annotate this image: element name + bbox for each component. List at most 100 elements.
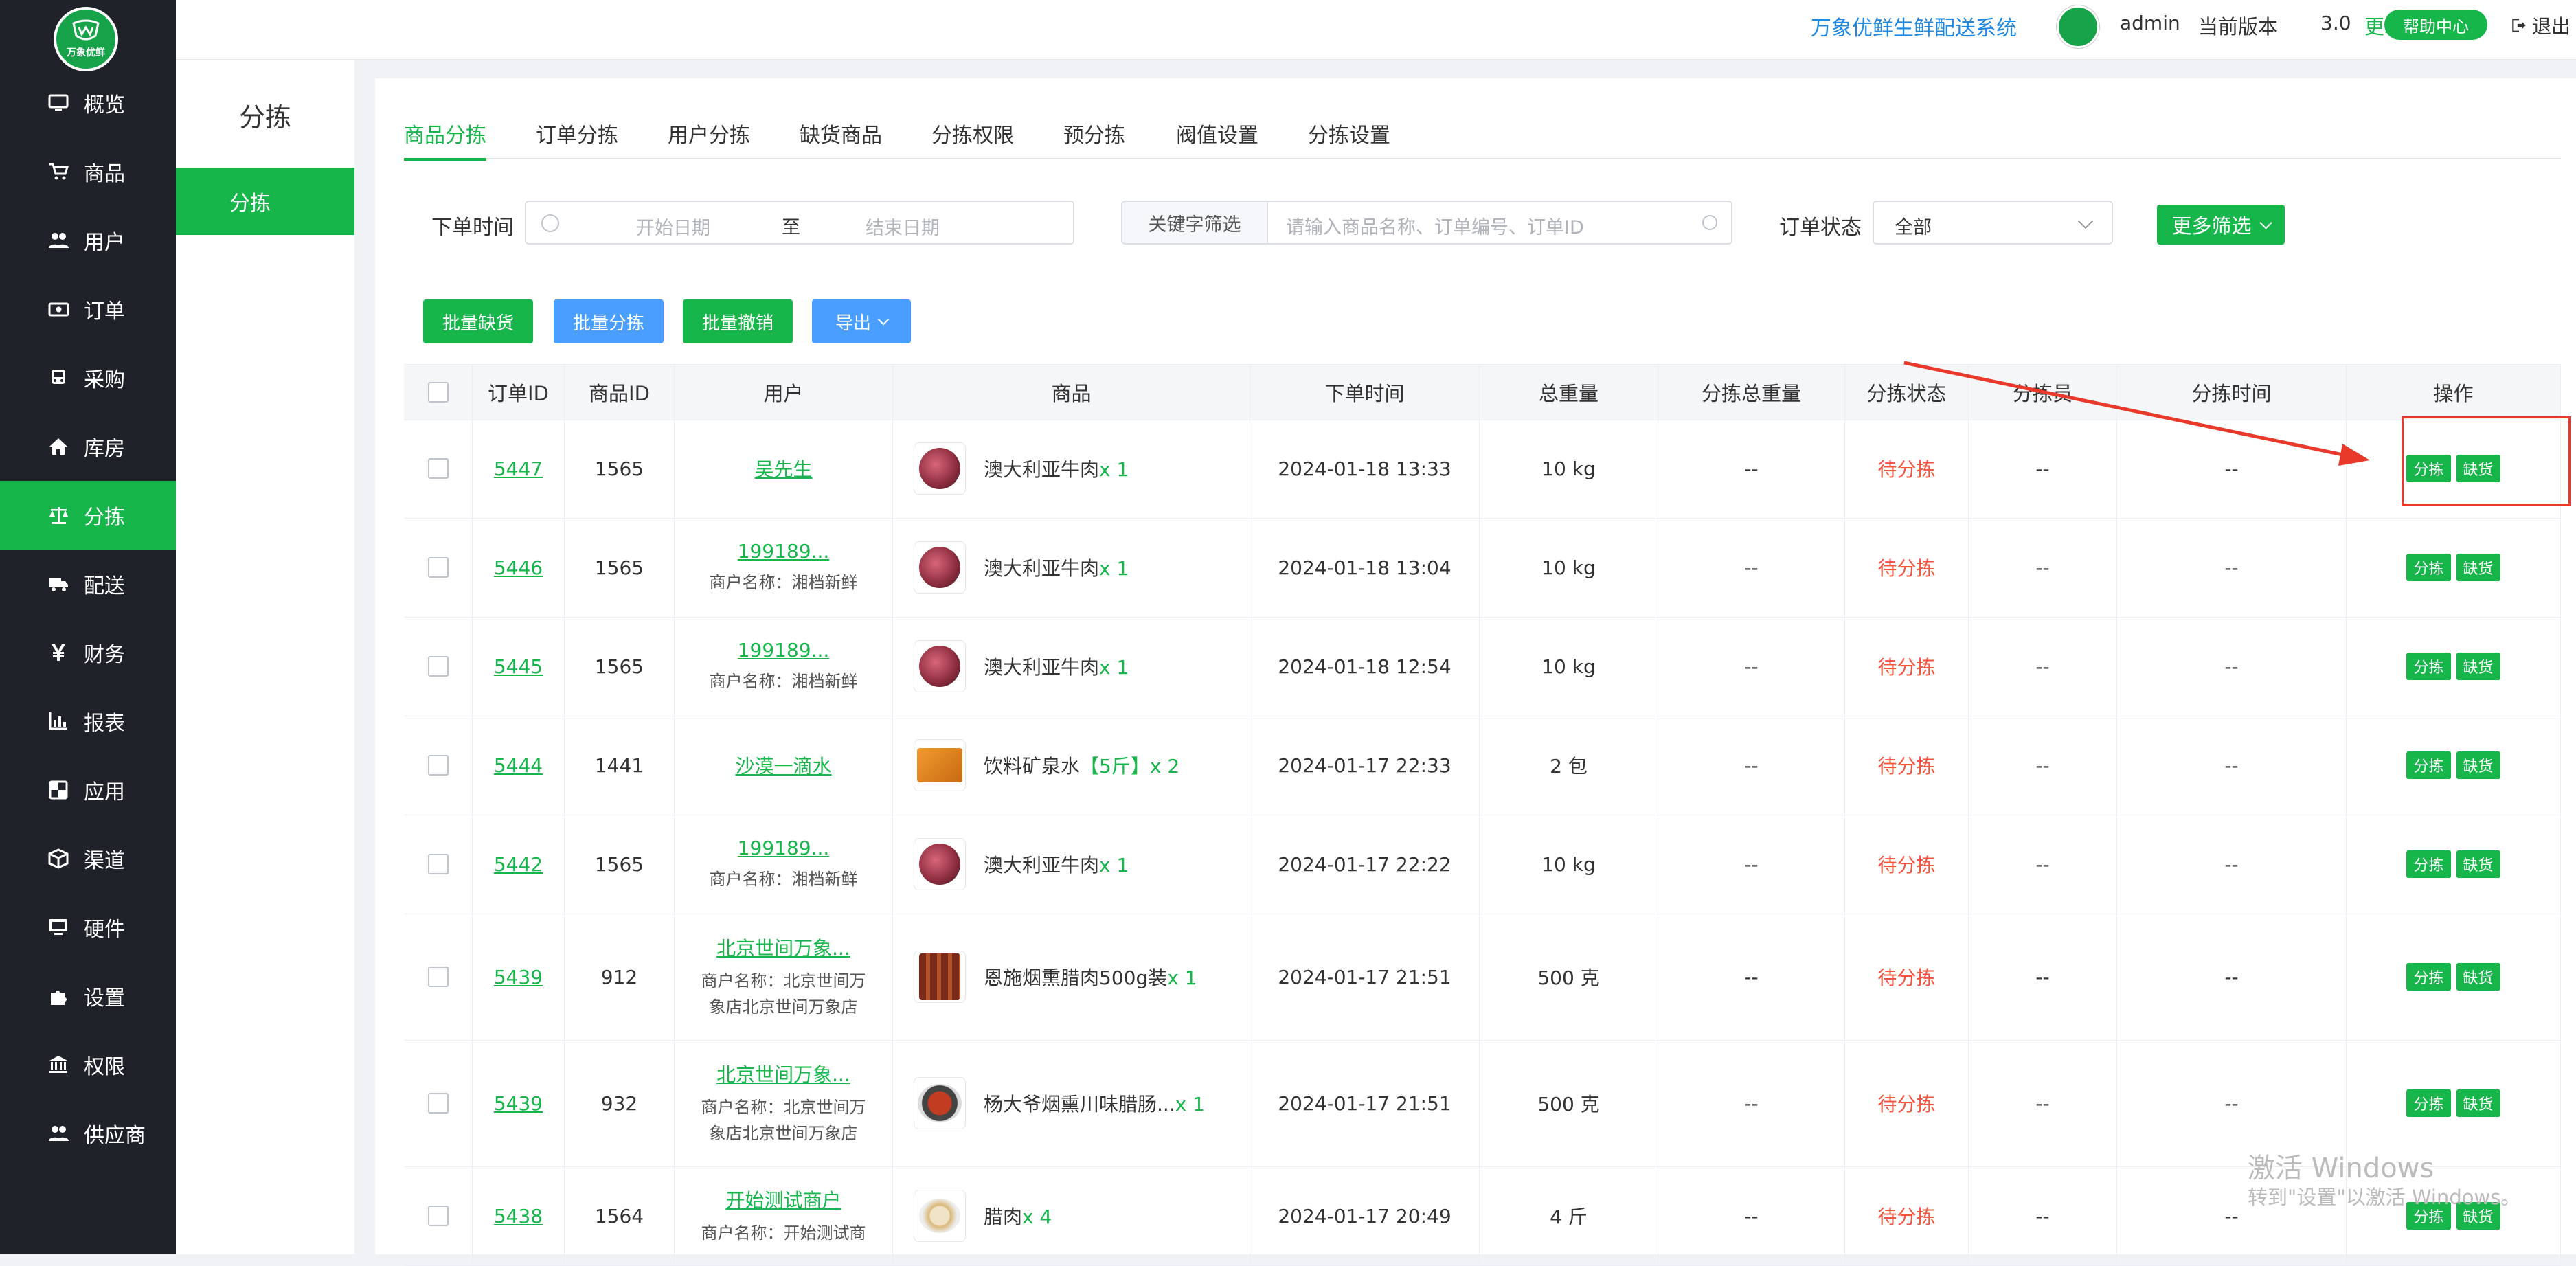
user-link[interactable]: 吴先生 (754, 455, 812, 482)
sidebar-item-13[interactable]: 设置 (0, 962, 176, 1030)
sort-time: -- (2224, 1204, 2239, 1228)
sort-button[interactable]: 分拣 (2406, 751, 2451, 779)
order-id-link[interactable]: 5447 (494, 457, 543, 480)
subnav-title: 分拣 (238, 102, 291, 133)
order-id-link[interactable]: 5439 (494, 1092, 543, 1115)
search-icon[interactable] (1702, 215, 1717, 230)
subnav-item-sorting[interactable]: 分拣 (176, 168, 354, 235)
sidebar-item-10[interactable]: 应用 (0, 756, 176, 824)
order-status-select[interactable]: 全部 (1873, 201, 2113, 245)
brand-logo[interactable]: 万象优鲜 (54, 7, 118, 71)
tab-pre-sorting[interactable]: 预分拣 (1063, 118, 1125, 158)
sidebar-item-2[interactable]: 用户 (0, 206, 176, 275)
sidebar-item-14[interactable]: 权限 (0, 1030, 176, 1099)
cell-order-time: 2024-01-17 21:51 (1250, 914, 1480, 1040)
tab-goods-sorting[interactable]: 商品分拣 (404, 118, 486, 161)
goods-id: 1564 (594, 1204, 644, 1228)
sidebar-item-3[interactable]: 订单 (0, 275, 176, 343)
cell-select[interactable] (404, 1166, 473, 1265)
row-checkbox[interactable] (427, 967, 449, 987)
sidebar-item-8[interactable]: 财务 (0, 618, 176, 687)
username[interactable]: admin (2120, 12, 2180, 34)
user-link[interactable]: 开始测试商户 (725, 1186, 841, 1213)
start-date-input[interactable]: 开始日期 (636, 213, 710, 240)
sidebar-item-9[interactable]: 报表 (0, 687, 176, 756)
row-checkbox[interactable] (427, 1093, 449, 1114)
tab-order-sorting[interactable]: 订单分拣 (536, 118, 618, 158)
date-range-picker[interactable]: 开始日期 至 结束日期 (525, 201, 1074, 245)
sort-button[interactable]: 分拣 (2406, 554, 2451, 581)
user-link[interactable]: 北京世间万象... (716, 934, 850, 961)
order-id-link[interactable]: 5438 (494, 1205, 543, 1228)
sidebar-item-7[interactable]: 配送 (0, 550, 176, 618)
cell-select[interactable] (404, 716, 473, 815)
sort-button[interactable]: 分拣 (2406, 850, 2451, 878)
sidebar-item-11[interactable]: 渠道 (0, 824, 176, 893)
header-select-all[interactable] (404, 365, 473, 420)
keyword-search-input[interactable]: 请输入商品名称、订单编号、订单ID (1267, 201, 1732, 245)
user-link[interactable]: 199189... (738, 837, 830, 859)
cell-goods: 澳大利亚牛肉x 1 (893, 617, 1250, 716)
tab-sorting-permission[interactable]: 分拣权限 (931, 118, 1014, 158)
system-title[interactable]: 万象优鲜生鲜配送系统 (1811, 11, 2017, 41)
goods-id: 912 (600, 965, 638, 988)
batch-revoke-button[interactable]: 批量撤销 (683, 299, 793, 343)
cell-select[interactable] (404, 419, 473, 518)
row-checkbox[interactable] (427, 656, 449, 677)
tab-out-of-stock[interactable]: 缺货商品 (800, 118, 882, 158)
row-checkbox[interactable] (427, 755, 449, 776)
out-of-stock-button[interactable]: 缺货 (2456, 850, 2500, 878)
cell-select[interactable] (404, 518, 473, 617)
cell-order-id: 5446 (473, 518, 565, 617)
user-link[interactable]: 北京世间万象... (716, 1060, 850, 1087)
avatar[interactable] (2057, 5, 2099, 48)
sort-button[interactable]: 分拣 (2406, 963, 2451, 991)
help-center-button[interactable]: 帮助中心 (2384, 10, 2487, 40)
row-checkbox[interactable] (427, 1206, 449, 1226)
order-id-link[interactable]: 5445 (494, 655, 543, 678)
annotation-highlight-box (2402, 416, 2571, 506)
user-link[interactable]: 199189... (738, 639, 830, 662)
row-checkbox[interactable] (427, 557, 449, 578)
out-of-stock-button[interactable]: 缺货 (2456, 963, 2500, 991)
order-id-link[interactable]: 5442 (494, 853, 543, 876)
tab-user-sorting[interactable]: 用户分拣 (668, 118, 750, 158)
tab-threshold-settings[interactable]: 阀值设置 (1176, 118, 1258, 158)
logout-button[interactable]: 退出 (2510, 12, 2571, 39)
puzzle-icon (47, 984, 70, 1008)
export-button[interactable]: 导出 (812, 299, 911, 343)
sidebar-item-0[interactable]: 概览 (0, 69, 176, 137)
sort-button[interactable]: 分拣 (2406, 1089, 2451, 1117)
sidebar-item-15[interactable]: 供应商 (0, 1099, 176, 1168)
sidebar-item-12[interactable]: 硬件 (0, 893, 176, 962)
row-checkbox[interactable] (427, 458, 449, 479)
tab-sorting-settings[interactable]: 分拣设置 (1308, 118, 1390, 158)
out-of-stock-button[interactable]: 缺货 (2456, 751, 2500, 779)
order-id-link[interactable]: 5439 (494, 966, 543, 988)
cell-select[interactable] (404, 914, 473, 1040)
more-filters-button[interactable]: 更多筛选 (2157, 205, 2285, 245)
cell-select[interactable] (404, 1040, 473, 1166)
sidebar-item-5[interactable]: 库房 (0, 412, 176, 481)
batch-sort-button[interactable]: 批量分拣 (554, 299, 664, 343)
order-id-link[interactable]: 5444 (494, 754, 543, 777)
batch-out-of-stock-button[interactable]: 批量缺货 (423, 299, 533, 343)
sidebar-item-4[interactable]: 采购 (0, 343, 176, 412)
order-id-link[interactable]: 5446 (494, 556, 543, 579)
sidebar-item-6[interactable]: 分拣 (0, 481, 176, 550)
sidebar-item-1[interactable]: 商品 (0, 137, 176, 206)
logout-icon (2512, 19, 2526, 32)
user-link[interactable]: 沙漠一滴水 (735, 751, 831, 779)
end-date-input[interactable]: 结束日期 (866, 213, 940, 240)
out-of-stock-button[interactable]: 缺货 (2456, 554, 2500, 581)
select-all-checkbox[interactable] (427, 382, 449, 403)
sort-button[interactable]: 分拣 (2406, 653, 2451, 680)
cell-select[interactable] (404, 815, 473, 914)
row-checkbox[interactable] (427, 854, 449, 874)
out-of-stock-button[interactable]: 缺货 (2456, 653, 2500, 680)
out-of-stock-button[interactable]: 缺货 (2456, 1089, 2500, 1117)
cell-select[interactable] (404, 617, 473, 716)
table-row: 5446 1565 199189... 商户名称：湘档新鲜 澳大利亚牛肉x 1 2024-… (404, 518, 2561, 618)
user-link[interactable]: 199189... (738, 540, 830, 563)
keyword-filter-label[interactable]: 关键字筛选 (1121, 201, 1268, 245)
